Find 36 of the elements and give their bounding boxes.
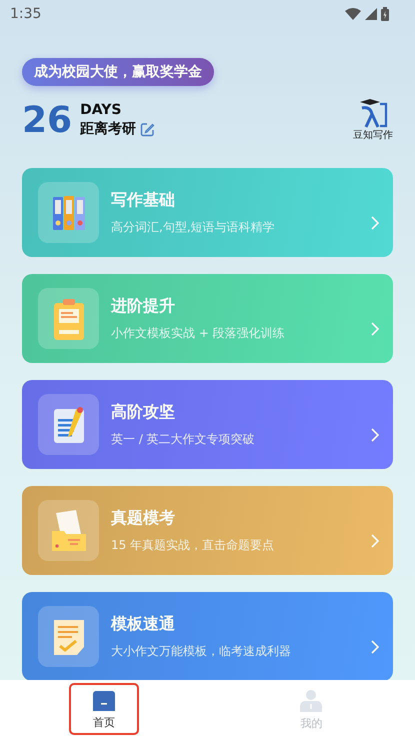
- course-card[interactable]: 模板速通 大小作文万能模板，临考速成利器: [22, 592, 393, 680]
- chevron-right-icon: [371, 640, 379, 654]
- course-card[interactable]: 进阶提升 小作文模板实战 + 段落强化训练: [22, 274, 393, 363]
- home-icon: [92, 691, 115, 711]
- chevron-right-icon: [371, 322, 379, 336]
- edit-icon[interactable]: [140, 122, 156, 136]
- wifi-icon: [345, 8, 361, 20]
- course-card[interactable]: 写作基础 高分词汇,句型,短语与语科精学: [22, 168, 393, 257]
- chevron-right-icon: [371, 428, 379, 442]
- days-unit: DAYS: [80, 102, 122, 118]
- person-icon: [300, 690, 322, 712]
- card-title: 真题模考: [111, 508, 176, 528]
- card-title: 高阶攻坚: [111, 402, 176, 422]
- signal-icon: [365, 8, 377, 20]
- card-subtitle: 15 年真题实战，直击命题要点: [111, 536, 276, 554]
- battery-icon: [381, 7, 389, 21]
- chevron-right-icon: [371, 534, 379, 548]
- card-subtitle: 高分词汇,句型,短语与语科精学: [111, 218, 276, 236]
- card-subtitle: 小作文模板实战 + 段落强化训练: [111, 324, 286, 342]
- nav-tab[interactable]: 首页: [68, 683, 139, 735]
- card-title: 写作基础: [111, 190, 176, 210]
- days-count: 26: [22, 100, 72, 140]
- logo-caption: 豆知写作: [353, 129, 393, 142]
- course-card[interactable]: 真题模考 15 年真题实战，直击命题要点: [22, 486, 393, 575]
- countdown-label: 距离考研: [80, 120, 136, 138]
- promo-banner[interactable]: 成为校园大使，赢取奖学金: [22, 58, 214, 86]
- card-title: 进阶提升: [111, 296, 176, 316]
- course-card[interactable]: 高阶攻坚 英一 / 英二大作文专项突破: [22, 380, 393, 469]
- card-title: 模板速通: [111, 614, 176, 634]
- chevron-right-icon: [371, 216, 379, 230]
- folder-document-icon: [50, 508, 88, 552]
- document-pencil-icon: [52, 404, 86, 444]
- card-subtitle: 大小作文万能模板，临考速成利器: [111, 642, 292, 660]
- nav-tab[interactable]: 我的: [276, 682, 346, 736]
- card-subtitle: 英一 / 英二大作文专项突破: [111, 430, 256, 448]
- status-time: 1:35: [10, 6, 42, 22]
